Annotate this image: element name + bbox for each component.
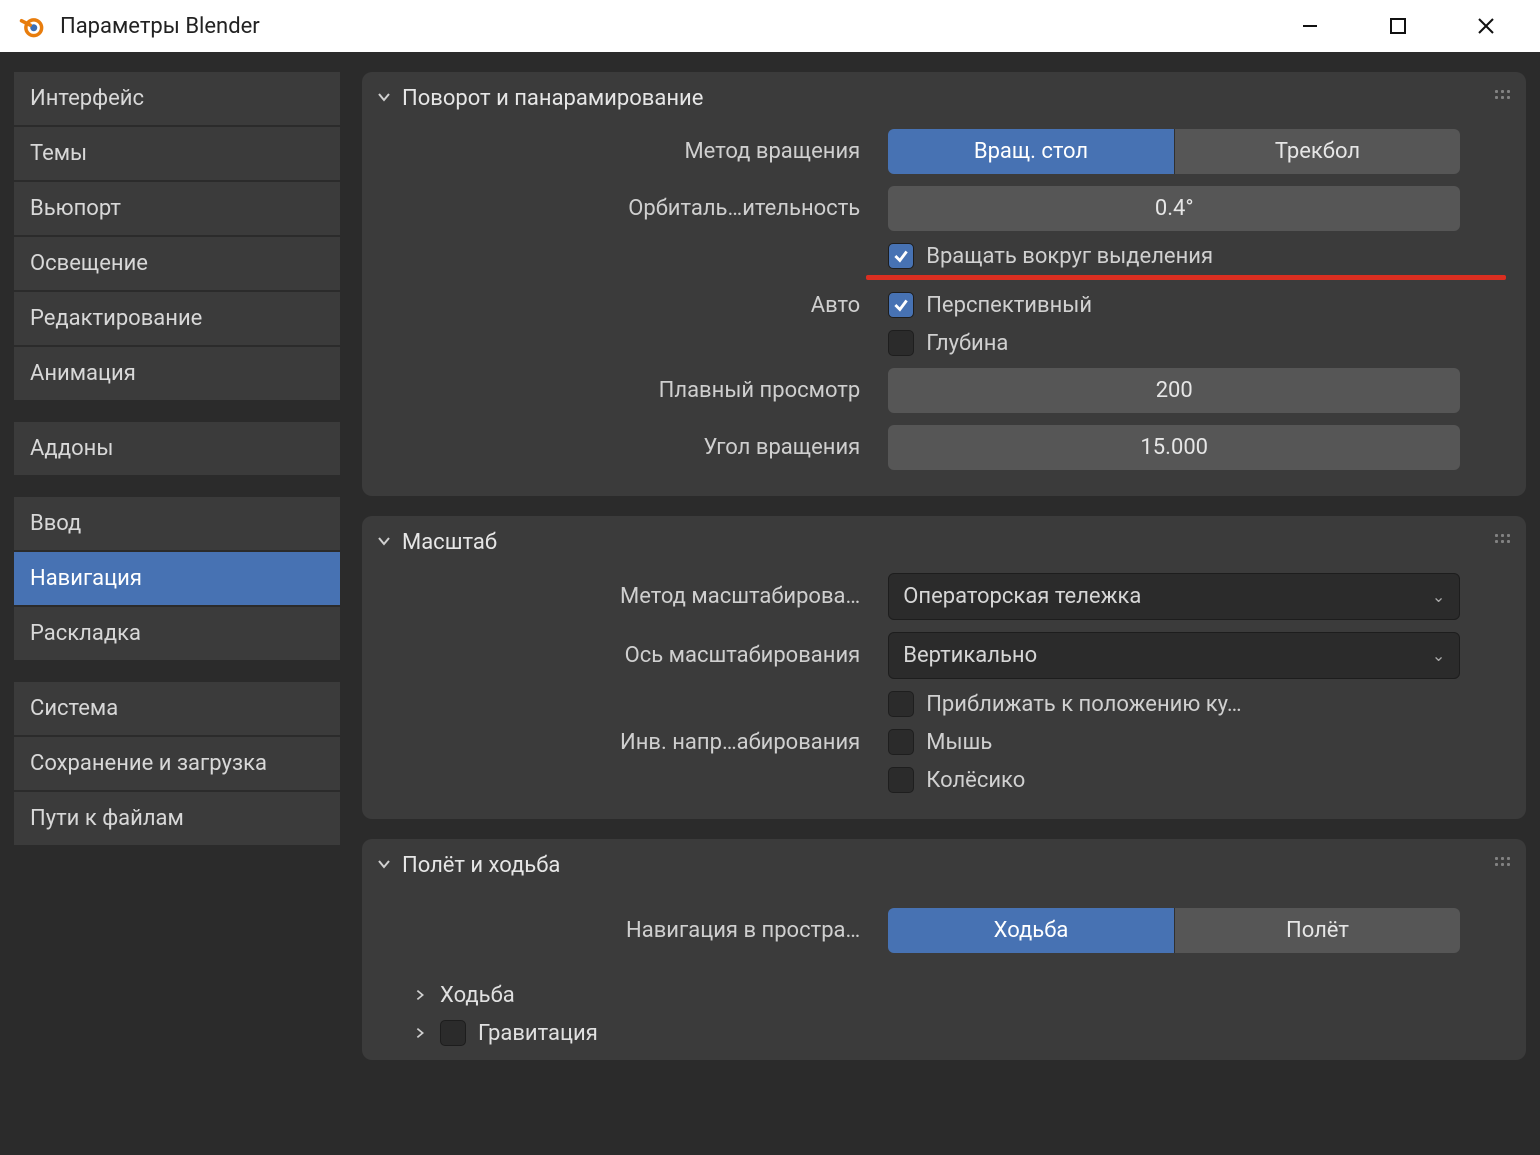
sidebar-item[interactable]: Навигация: [14, 552, 340, 605]
orbit-method-toggle[interactable]: Вращ. столТрекбол: [888, 129, 1460, 174]
subpanel-gravity-label: Гравитация: [478, 1021, 598, 1046]
zoom-to-mouse-label: Приближать к положению ку…: [926, 692, 1241, 717]
panel-orbit-pan: Поворот и панарамирование Метод вращения…: [362, 72, 1526, 496]
titlebar: Параметры Blender: [0, 0, 1540, 52]
segment-option[interactable]: Вращ. стол: [888, 129, 1174, 174]
chevron-right-icon: [412, 1021, 428, 1046]
checkbox-icon: [888, 729, 914, 755]
checkbox-icon: [888, 330, 914, 356]
preferences-sidebar: ИнтерфейсТемыВьюпортОсвещениеРедактирова…: [0, 72, 342, 1155]
sidebar-item[interactable]: Аддоны: [14, 422, 340, 475]
panel-drag-grip[interactable]: [1495, 90, 1510, 99]
segment-option[interactable]: Трекбол: [1174, 129, 1461, 174]
invert-wheel-label: Колёсико: [926, 768, 1025, 793]
smooth-view-label: Плавный просмотр: [362, 378, 888, 403]
zoom-to-mouse-checkbox[interactable]: Приближать к положению ку…: [888, 691, 1460, 717]
sidebar-item[interactable]: Система: [14, 682, 340, 735]
orbit-around-selection-checkbox[interactable]: Вращать вокруг выделения: [888, 243, 1460, 269]
navigation-mode-label: Навигация в простра…: [362, 918, 888, 943]
subpanel-walk-toggle[interactable]: Ходьба: [362, 977, 1526, 1014]
blender-logo-icon: [18, 12, 46, 40]
sidebar-item[interactable]: Вьюпорт: [14, 182, 340, 235]
sidebar-item[interactable]: Сохранение и загрузка: [14, 737, 340, 790]
invert-mouse-label: Мышь: [926, 730, 992, 755]
checkbox-icon: [888, 767, 914, 793]
auto-depth-checkbox[interactable]: Глубина: [888, 330, 1460, 356]
gravity-enable-checkbox[interactable]: [440, 1020, 466, 1046]
zoom-method-select[interactable]: Операторская тележка ⌄: [888, 573, 1460, 620]
sidebar-item[interactable]: Анимация: [14, 347, 340, 400]
zoom-method-label: Метод масштабирова…: [362, 584, 888, 609]
chevron-down-icon: ⌄: [1432, 646, 1445, 665]
auto-perspective-checkbox[interactable]: Перспективный: [888, 292, 1460, 318]
orbit-method-label: Метод вращения: [362, 139, 888, 164]
sidebar-item[interactable]: Темы: [14, 127, 340, 180]
rotation-angle-field[interactable]: 15.000: [888, 425, 1460, 470]
rotation-angle-label: Угол вращения: [362, 435, 888, 460]
zoom-method-value: Операторская тележка: [903, 584, 1141, 609]
sidebar-item[interactable]: Ввод: [14, 497, 340, 550]
zoom-axis-select[interactable]: Вертикально ⌄: [888, 632, 1460, 679]
panel-title: Полёт и ходьба: [402, 853, 560, 878]
chevron-down-icon: [374, 530, 394, 555]
sidebar-item[interactable]: Редактирование: [14, 292, 340, 345]
subpanel-gravity-toggle[interactable]: Гравитация: [362, 1014, 1526, 1052]
segment-option[interactable]: Ходьба: [888, 908, 1174, 953]
sidebar-item[interactable]: Освещение: [14, 237, 340, 290]
auto-perspective-label: Перспективный: [926, 293, 1092, 318]
checkbox-icon: [888, 292, 914, 318]
panel-title: Поворот и панарамирование: [402, 86, 703, 111]
preferences-main: Поворот и панарамирование Метод вращения…: [342, 72, 1540, 1155]
window-maximize-button[interactable]: [1354, 3, 1442, 49]
orbit-around-selection-label: Вращать вокруг выделения: [926, 244, 1213, 269]
chevron-down-icon: ⌄: [1432, 587, 1445, 606]
orbit-sensitivity-label: Орбиталь…ительность: [362, 196, 888, 221]
panel-fly-walk: Полёт и ходьба Навигация в простра… Ходь…: [362, 839, 1526, 1060]
sidebar-item[interactable]: Пути к файлам: [14, 792, 340, 845]
invert-mouse-checkbox[interactable]: Мышь: [888, 729, 1460, 755]
panel-header-zoom[interactable]: Масштаб: [362, 520, 1526, 565]
sidebar-item[interactable]: Интерфейс: [14, 72, 340, 125]
panel-drag-grip[interactable]: [1495, 857, 1510, 866]
checkbox-icon: [888, 243, 914, 269]
window-title: Параметры Blender: [60, 14, 260, 39]
annotation-underline: [866, 275, 1506, 280]
checkbox-icon: [888, 691, 914, 717]
chevron-down-icon: [374, 86, 394, 111]
auto-label: Авто: [362, 293, 888, 318]
window-close-button[interactable]: [1442, 3, 1530, 49]
panel-header-orbit[interactable]: Поворот и панарамирование: [362, 76, 1526, 121]
invert-zoom-label: Инв. напр…абирования: [362, 730, 888, 755]
chevron-right-icon: [412, 983, 428, 1008]
navigation-mode-toggle[interactable]: ХодьбаПолёт: [888, 908, 1460, 953]
panel-header-flywalk[interactable]: Полёт и ходьба: [362, 843, 1526, 888]
panel-zoom: Масштаб Метод масштабирова… Операторская…: [362, 516, 1526, 819]
window-minimize-button[interactable]: [1266, 3, 1354, 49]
smooth-view-field[interactable]: 200: [888, 368, 1460, 413]
invert-wheel-checkbox[interactable]: Колёсико: [888, 767, 1460, 793]
sidebar-item[interactable]: Раскладка: [14, 607, 340, 660]
segment-option[interactable]: Полёт: [1174, 908, 1461, 953]
subpanel-walk-label: Ходьба: [440, 983, 515, 1008]
auto-depth-label: Глубина: [926, 331, 1008, 356]
chevron-down-icon: [374, 853, 394, 878]
zoom-axis-value: Вертикально: [903, 643, 1037, 668]
orbit-sensitivity-field[interactable]: 0.4°: [888, 186, 1460, 231]
zoom-axis-label: Ось масштабирования: [362, 643, 888, 668]
panel-title: Масштаб: [402, 530, 497, 555]
panel-drag-grip[interactable]: [1495, 534, 1510, 543]
